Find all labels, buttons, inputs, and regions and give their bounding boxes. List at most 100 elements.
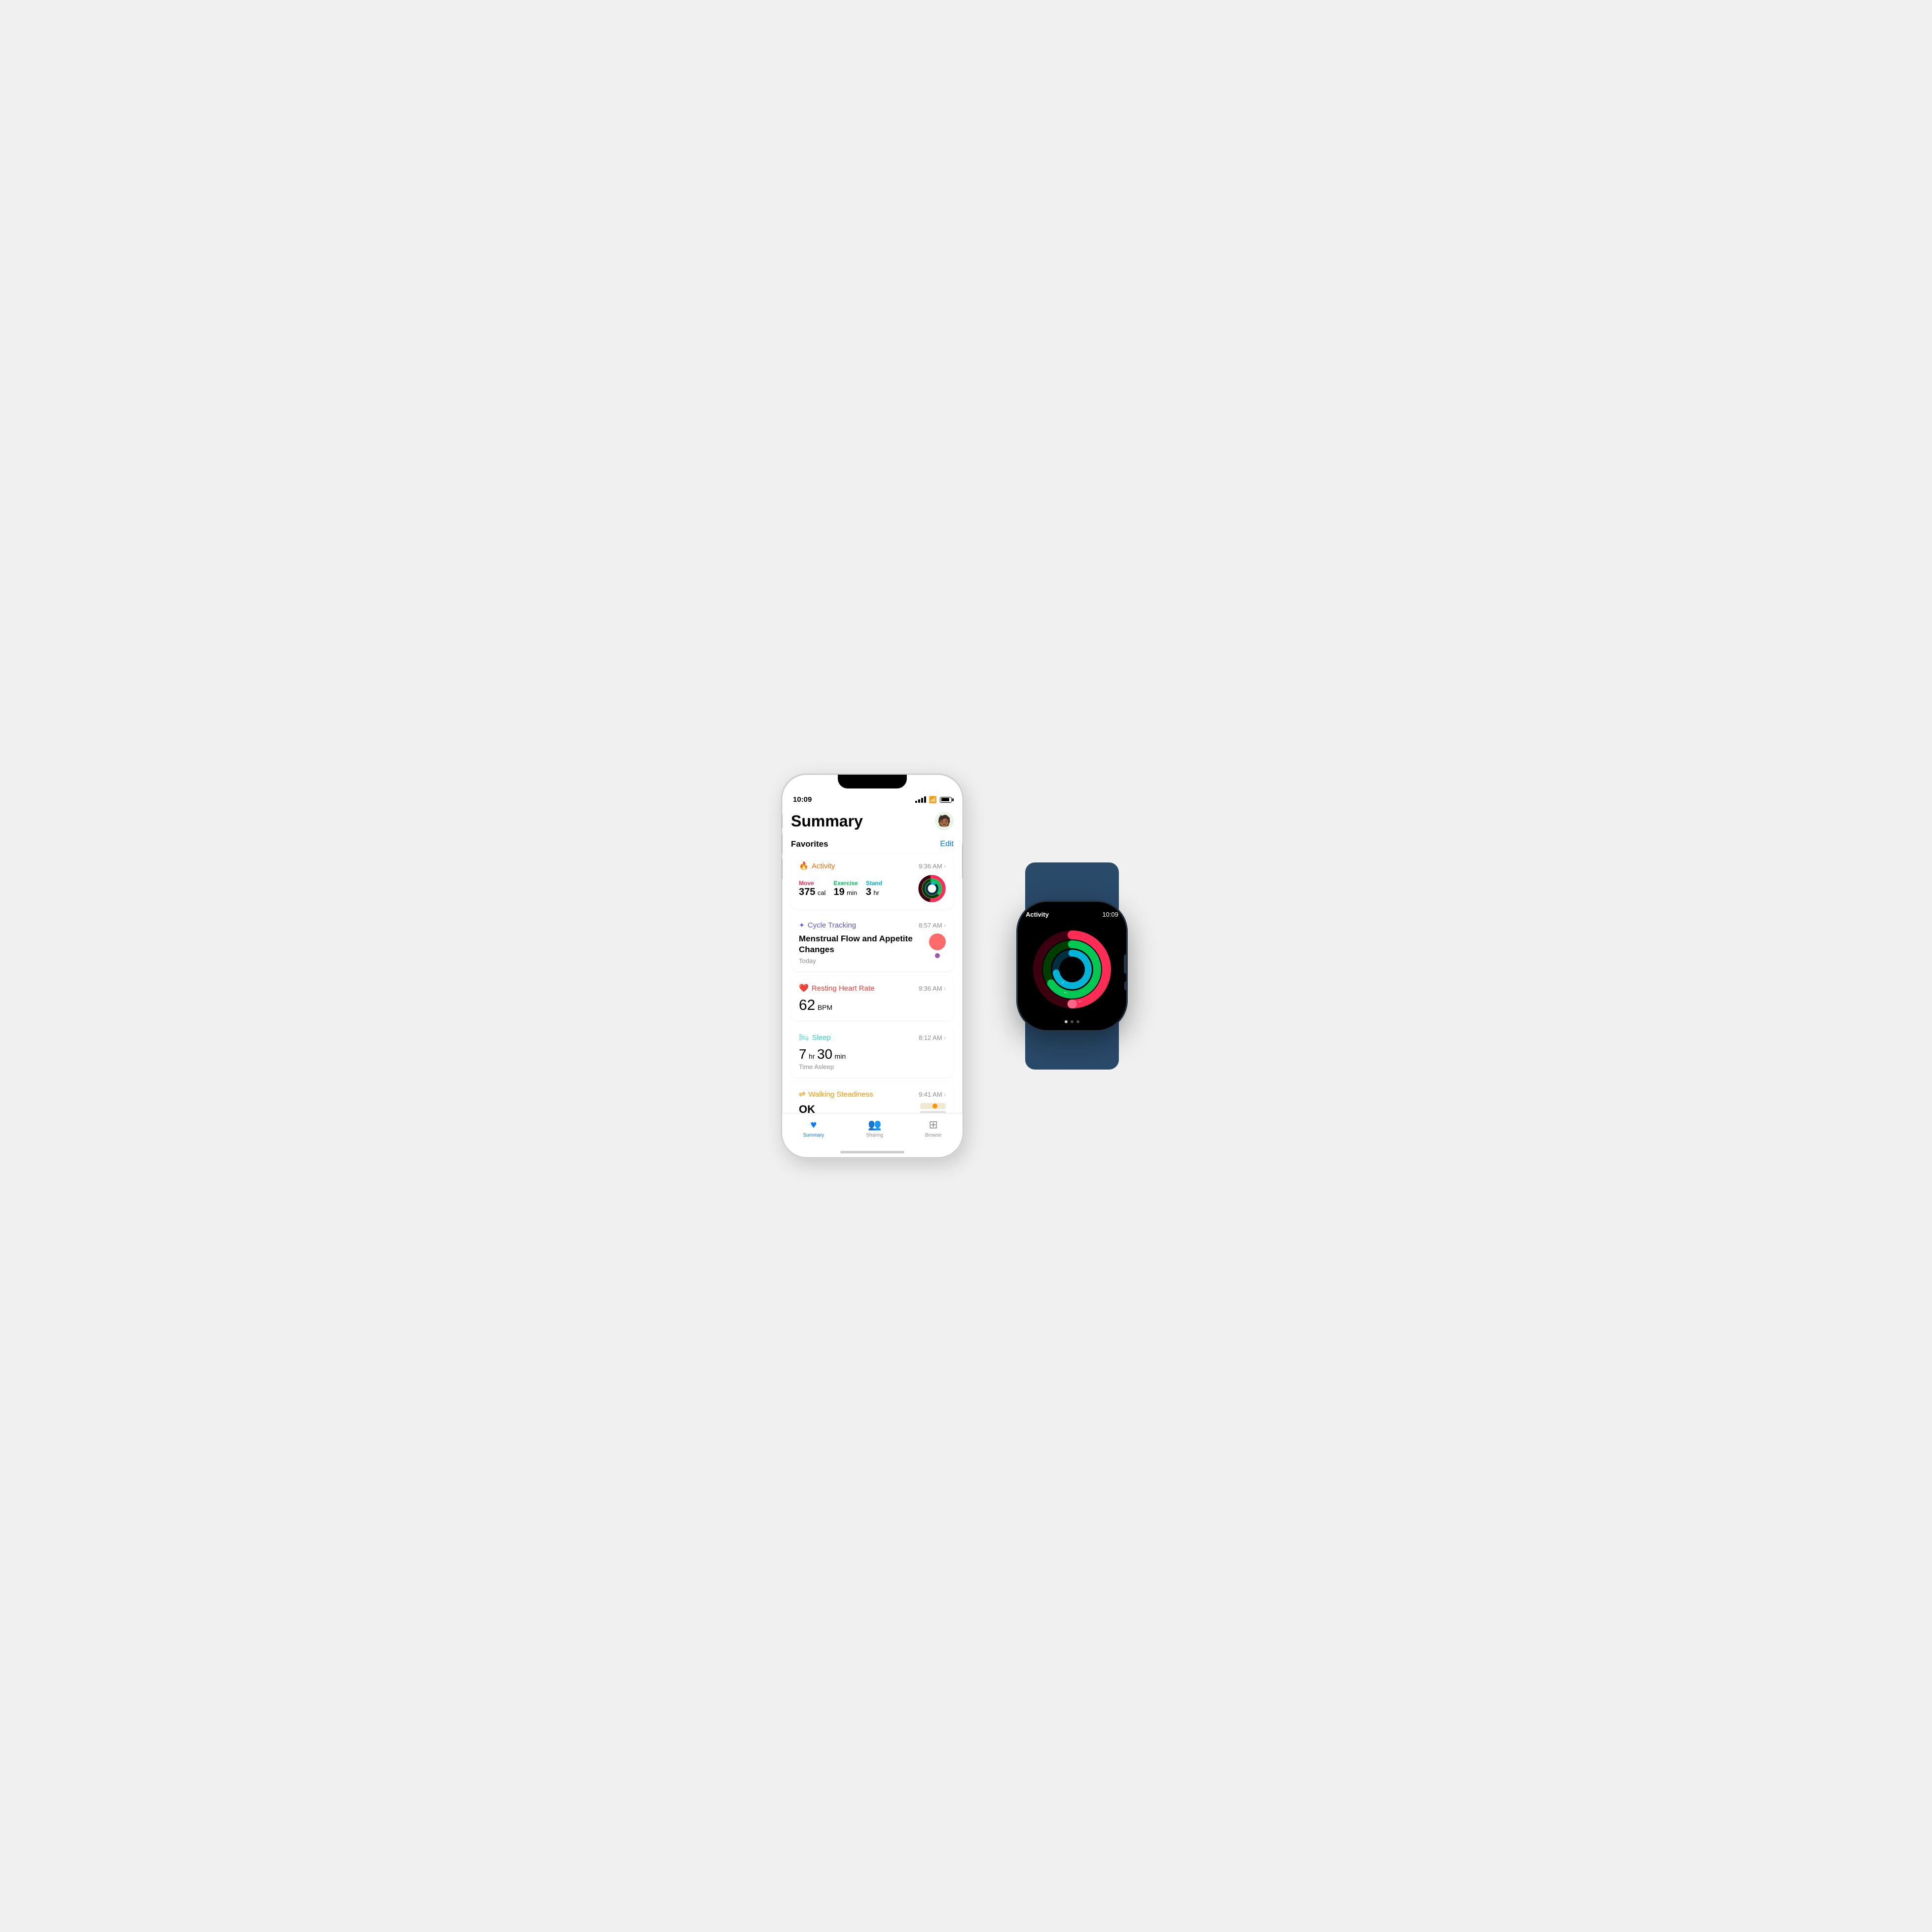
watch-dot-2 [1071,1020,1073,1023]
move-label: Move [799,880,825,887]
summary-icon: ♥ [810,1118,817,1131]
sleep-title-row: 🛏 Sleep [799,1033,831,1042]
signal-bar-4 [924,796,926,803]
activity-ring [918,875,946,902]
exercise-stat: Exercise 19 min [833,880,858,898]
cycle-text: Menstrual Flow and Appetite Changes Toda… [799,933,929,965]
nav-summary[interactable]: ♥ Summary [803,1118,824,1138]
watch-body: Activity 10:09 [1018,902,1126,1030]
activity-icon: 🔥 [799,861,809,871]
walking-title-row: ⇌ Walking Steadiness [799,1089,873,1099]
sharing-label: Sharing [866,1133,883,1138]
volume-down-button [781,859,783,879]
watch-time: 10:09 [1102,911,1118,918]
sleep-card-header: 🛏 Sleep 8:12 AM › [799,1033,946,1042]
wifi-icon: 📶 [929,796,937,804]
walking-chevron: › [944,1091,946,1098]
sleep-chevron: › [944,1034,946,1041]
activity-title-row: 🔥 Activity [799,861,835,871]
phone-content: Summary 🧑🏾 Favorites Edit 🔥 Activit [782,807,963,1157]
watch-status-bar: Activity 10:09 [1026,911,1118,918]
heart-time: 9:36 AM › [919,985,946,992]
activity-stats: Move 375 cal Exercise 19 min Stand [799,880,882,898]
heart-value: 62 [799,997,815,1013]
heart-data: 62 BPM [799,997,946,1014]
walking-time: 9:41 AM › [919,1091,946,1098]
cycle-dot-small [935,953,940,958]
page-title: Summary [791,812,863,830]
walking-icon: ⇌ [799,1089,805,1099]
page-header: Summary 🧑🏾 [791,812,954,830]
sleep-time: 8:12 AM › [919,1034,946,1041]
cycle-card-header: ✦ Cycle Tracking 8:57 AM › [799,921,946,930]
heart-icon: ❤️ [799,983,809,993]
browse-icon: ⊞ [929,1118,938,1131]
signal-bars [915,796,926,803]
edit-button[interactable]: Edit [940,840,954,849]
exercise-value: 19 [833,887,844,897]
sleep-minutes: 30 [817,1046,832,1062]
avatar[interactable]: 🧑🏾 [935,812,954,830]
walking-body: OK May 31–Jun 6 [799,1103,946,1113]
walking-value: OK [799,1103,839,1113]
signal-bar-2 [918,799,920,803]
cycle-title-row: ✦ Cycle Tracking [799,921,856,930]
heart-unit: BPM [818,1003,832,1011]
watch-dot-1 [1065,1020,1068,1023]
sleep-data: 7 hr 30 min Time Asleep [799,1046,946,1071]
mute-button [781,814,783,828]
activity-data: Move 375 cal Exercise 19 min Stand [799,875,946,902]
browse-label: Browse [925,1133,941,1138]
watch-rings: → → ↑ [1026,921,1118,1017]
heart-card[interactable]: ❤️ Resting Heart Rate 9:36 AM › 62 BPM [791,976,954,1021]
sleep-hours-unit: hr [809,1052,815,1060]
iphone: 10:09 📶 Summary [781,774,964,1158]
walking-text: OK May 31–Jun 6 [799,1103,839,1113]
stand-unit: hr [873,889,879,896]
volume-up-button [781,834,783,854]
side-button [962,844,964,878]
cycle-body: Menstrual Flow and Appetite Changes Toda… [799,933,946,965]
sleep-minutes-unit: min [835,1052,846,1060]
activity-card[interactable]: 🔥 Activity 9:36 AM › Move 375 [791,854,954,909]
bottom-nav: ♥ Summary 👥 Sharing ⊞ Browse [782,1113,963,1148]
activity-chevron: › [944,862,946,870]
nav-browse[interactable]: ⊞ Browse [925,1118,941,1138]
move-value: 375 [799,887,815,897]
scene: 10:09 📶 Summary [751,744,1181,1188]
cycle-card[interactable]: ✦ Cycle Tracking 8:57 AM › Menstrual Flo… [791,914,954,971]
cycle-subtitle: Today [799,957,929,965]
walking-title: Walking Steadiness [808,1090,873,1099]
activity-time: 9:36 AM › [919,862,946,870]
apple-watch: Activity 10:09 [993,862,1151,1070]
sharing-icon: 👥 [868,1118,881,1131]
battery-fill [941,798,949,801]
move-unit: cal [818,889,826,896]
scroll-area[interactable]: Summary 🧑🏾 Favorites Edit 🔥 Activit [782,807,963,1113]
activity-title: Activity [812,862,835,870]
cycle-dot-large [929,933,946,950]
watch-crown [1124,954,1126,974]
favorites-label: Favorites [791,839,828,849]
sleep-icon: 🛏 [799,1033,809,1042]
move-stat: Move 375 cal [799,880,825,898]
watch-dot-3 [1076,1020,1079,1023]
cycle-title: Cycle Tracking [808,921,856,930]
cycle-time: 8:57 AM › [919,922,946,929]
nav-sharing[interactable]: 👥 Sharing [866,1118,883,1138]
signal-bar-3 [921,798,923,803]
heart-title: Resting Heart Rate [812,984,875,993]
walking-card-header: ⇌ Walking Steadiness 9:41 AM › [799,1089,946,1099]
sleep-hours: 7 [799,1046,807,1062]
cycle-chevron: › [944,922,946,929]
summary-label: Summary [803,1133,824,1138]
walking-card[interactable]: ⇌ Walking Steadiness 9:41 AM › OK May 31… [791,1082,954,1113]
heart-title-row: ❤️ Resting Heart Rate [799,983,874,993]
cycle-main-title: Menstrual Flow and Appetite Changes [799,933,929,955]
activity-card-header: 🔥 Activity 9:36 AM › [799,861,946,871]
walking-visual [920,1103,946,1113]
status-time: 10:09 [793,795,812,804]
sleep-card[interactable]: 🛏 Sleep 8:12 AM › 7 hr 30 min Time A [791,1026,954,1077]
section-header: Favorites Edit [791,839,954,849]
signal-bar-1 [915,801,917,803]
